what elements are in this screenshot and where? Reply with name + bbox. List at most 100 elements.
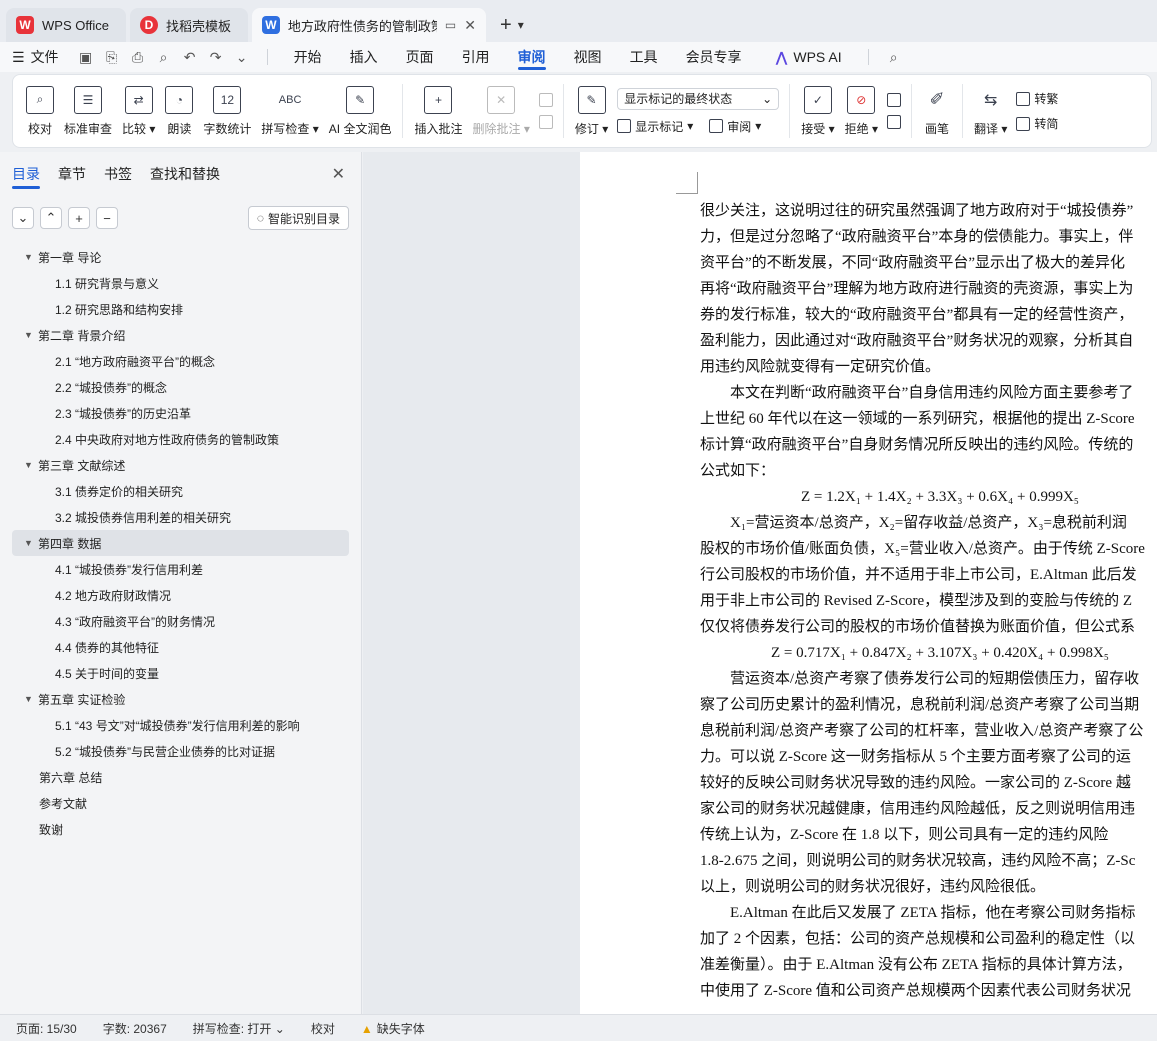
collapse-arrow-icon[interactable]: ▼ (24, 330, 38, 340)
smart-toc-button[interactable]: ◌ 智能识别目录 (247, 206, 349, 230)
accept-button[interactable]: ✓ 接受 ▾ (796, 79, 839, 143)
proofread-button[interactable]: ⌕ 校对 (21, 79, 59, 143)
word-count-button[interactable]: 12 字数统计 (198, 79, 256, 143)
next-revision-icon (886, 115, 901, 129)
toc-item[interactable]: 参考文献 (0, 790, 361, 816)
page-indicator[interactable]: 页面: 15/30 (16, 1020, 93, 1037)
text-line: 力。可以说 Z-Score 这一财务指标从 5 个主要方面考察了公司的运 (700, 749, 1131, 765)
file-menu[interactable]: ☰ 文件 (12, 47, 59, 67)
translate-button[interactable]: ⇆ 翻译 ▾ (969, 79, 1012, 143)
toc-item[interactable]: 4.4 债券的其他特征 (0, 634, 361, 660)
to-simplified-button[interactable]: 转简 (1016, 115, 1058, 132)
expand-down-button[interactable]: ⌄ (12, 207, 34, 229)
toc-item[interactable]: 4.5 关于时间的变量 (0, 660, 361, 686)
revise-button[interactable]: ✎ 修订 ▾ (570, 79, 613, 143)
collapse-up-button[interactable]: ⌃ (40, 207, 62, 229)
previous-revision-button[interactable] (886, 93, 901, 107)
menu-insert[interactable]: 插入 (336, 42, 392, 72)
collapse-arrow-icon[interactable]: ▼ (24, 460, 38, 470)
read-aloud-button[interactable]: ◔ 朗读 (160, 79, 198, 143)
menu-view[interactable]: 视图 (560, 42, 616, 72)
print-preview-icon[interactable]: ⌕ (151, 49, 177, 66)
search-icon[interactable]: ⌕ (881, 49, 907, 66)
spell-check-button[interactable]: ABC 拼写检查 ▾ (256, 79, 323, 143)
previous-comment-button[interactable] (538, 93, 553, 107)
collapse-arrow-icon[interactable]: ▼ (24, 694, 38, 704)
toc-item-label: 5.2 “城投债券”与民营企业债券的比对证据 (55, 744, 276, 759)
toc-item[interactable]: 5.2 “城投债券”与民营企业债券的比对证据 (0, 738, 361, 764)
toc-item[interactable]: 3.1 债券定价的相关研究 (0, 478, 361, 504)
toc-item[interactable]: 4.2 地方政府财政情况 (0, 582, 361, 608)
insert-comment-button[interactable]: + 插入批注 (409, 79, 467, 143)
wps-ai-menu[interactable]: ⋀ WPS AI (756, 49, 856, 66)
menu-review[interactable]: 审阅 (504, 42, 560, 72)
tab-wps-office[interactable]: W WPS Office (6, 8, 126, 42)
to-traditional-button[interactable]: 转繁 (1016, 90, 1058, 107)
next-comment-button[interactable] (538, 115, 553, 129)
menu-membership[interactable]: 会员专享 (672, 42, 756, 72)
pen-button[interactable]: ✐ 画笔 (918, 79, 956, 143)
tab-toc[interactable]: 目录 (12, 164, 40, 189)
monitor-icon[interactable]: ▭ (445, 18, 456, 32)
markup-state-dropdown[interactable]: 显示标记的最终状态 ⌄ (617, 87, 780, 110)
smart-toc-icon: ◌ (256, 211, 264, 225)
more-chevron-icon[interactable]: ⌄ (229, 49, 255, 66)
save-icon[interactable]: ▣ (73, 49, 99, 66)
tab-sections[interactable]: 章节 (58, 164, 86, 186)
undo-icon[interactable]: ↶ (177, 49, 203, 66)
add-heading-button[interactable]: + (68, 207, 90, 229)
show-markup-button[interactable]: 显示标记 ▾ (617, 118, 693, 135)
review-pane-button[interactable]: 审阅 ▾ (709, 118, 761, 135)
toc-item-label: 4.4 债券的其他特征 (55, 640, 160, 655)
document-body[interactable]: 很少关注，这说明过往的研究虽然强调了地方政府对于“城投债券” 力，但是过分忽略了“… (700, 198, 1157, 1004)
tab-find-replace[interactable]: 查找和替换 (150, 164, 220, 186)
menu-tools[interactable]: 工具 (616, 42, 672, 72)
toc-item[interactable]: 4.1 “城投债券”发行信用利差 (0, 556, 361, 582)
tab-template[interactable]: D 找稻壳模板 (130, 8, 248, 42)
toc-item[interactable]: 第六章 总结 (0, 764, 361, 790)
toc-item[interactable]: 3.2 城投债券信用利差的相关研究 (0, 504, 361, 530)
toc-item[interactable]: ▼ 第三章 文献综述 (0, 452, 361, 478)
text-line: 仅仅将债券发行公司的股权的市场价值替换为账面价值，但公式系 (700, 619, 1136, 635)
tab-document[interactable]: W 地方政府性债务的管制政策与债务 ▭ ✕ (252, 8, 486, 42)
remove-heading-button[interactable]: − (96, 207, 118, 229)
menu-page[interactable]: 页面 (392, 42, 448, 72)
proof-status[interactable]: 校对 (311, 1020, 351, 1037)
toc-item[interactable]: ▼ 第一章 导论 (0, 244, 361, 270)
toc-item[interactable]: 2.1 “地方政府融资平台”的概念 (0, 348, 361, 374)
toc-item[interactable]: ▼ 第二章 背景介绍 (0, 322, 361, 348)
standard-review-button[interactable]: ☰ 标准审查 (59, 79, 117, 143)
collapse-arrow-icon[interactable]: ▼ (24, 252, 38, 262)
text-line: 上世纪 60 年代以在这一领域的一系列研究，根据他的提出 Z-Score (700, 411, 1135, 427)
print-icon[interactable]: ⎙ (125, 49, 151, 66)
close-tab-icon[interactable]: ✕ (464, 17, 476, 34)
toc-item[interactable]: 1.2 研究思路和结构安排 (0, 296, 361, 322)
ai-polish-button[interactable]: ✎ AI 全文润色 (324, 79, 397, 143)
tab-bookmarks[interactable]: 书签 (104, 164, 132, 186)
redo-icon[interactable]: ↷ (203, 49, 229, 66)
document-page[interactable]: 很少关注，这说明过往的研究虽然强调了地方政府对于“城投债券” 力，但是过分忽略了“… (580, 152, 1157, 1014)
toc-item[interactable]: ▼ 第四章 数据 (12, 530, 349, 556)
toc-item[interactable]: 2.2 “城投债券”的概念 (0, 374, 361, 400)
toc-item[interactable]: 4.3 “政府融资平台”的财务情况 (0, 608, 361, 634)
toc-item[interactable]: ▼ 第五章 实证检验 (0, 686, 361, 712)
compare-button[interactable]: ⇄ 比较 ▾ (117, 79, 160, 143)
new-tab-button[interactable]: + ▾ (490, 8, 534, 42)
missing-font-status[interactable]: ▲ 缺失字体 (361, 1020, 441, 1037)
menu-home[interactable]: 开始 (280, 42, 336, 72)
menu-references[interactable]: 引用 (448, 42, 504, 72)
spell-check-icon: ABC (278, 93, 302, 106)
toc-item[interactable]: 5.1 “43 号文”对“城投债券”发行信用利差的影响 (0, 712, 361, 738)
collapse-arrow-icon[interactable]: ▼ (24, 538, 38, 548)
toc-item[interactable]: 2.3 “城投债券”的历史沿革 (0, 400, 361, 426)
export-icon[interactable]: ⎘ (99, 49, 125, 66)
spell-check-status[interactable]: 拼写检查: 打开 ⌄ (193, 1020, 301, 1037)
delete-comment-button[interactable]: ✕ 删除批注 ▾ (467, 79, 534, 143)
close-pane-icon[interactable]: ✕ (332, 164, 345, 184)
next-revision-button[interactable] (886, 115, 901, 129)
toc-item[interactable]: 致谢 (0, 816, 361, 842)
toc-item[interactable]: 1.1 研究背景与意义 (0, 270, 361, 296)
reject-button[interactable]: ⊘ 拒绝 ▾ (840, 79, 883, 143)
toc-item[interactable]: 2.4 中央政府对地方性政府债务的管制政策 (0, 426, 361, 452)
word-count-indicator[interactable]: 字数: 20367 (103, 1020, 183, 1037)
